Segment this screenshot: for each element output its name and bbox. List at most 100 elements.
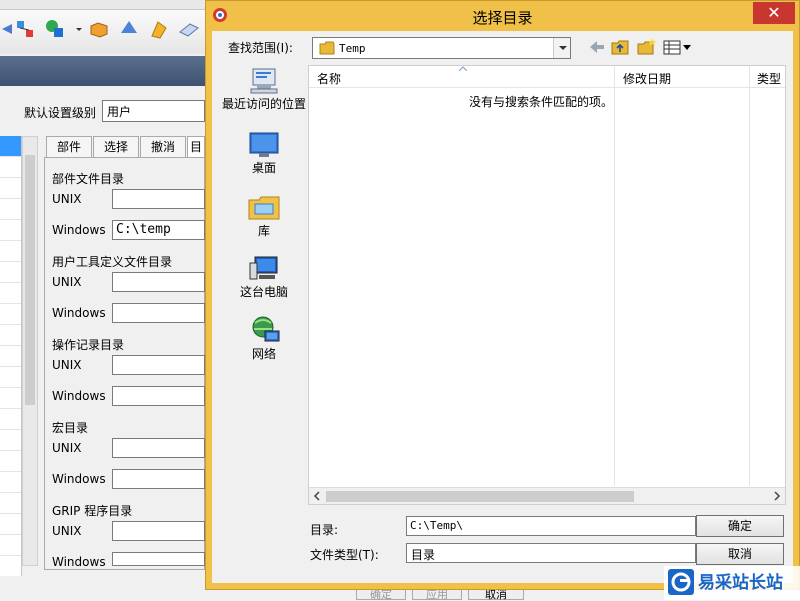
list-item[interactable] (0, 136, 21, 157)
grip-dir-windows-input[interactable] (112, 552, 205, 566)
list-item[interactable] (0, 325, 21, 346)
column-header-type[interactable]: 类型 (757, 70, 781, 87)
place-desktop[interactable]: 桌面 (222, 131, 306, 175)
user-tool-dir-windows-input[interactable] (112, 303, 205, 323)
tab-selection[interactable]: 选择 (93, 136, 139, 158)
ok-button[interactable]: 确定 (696, 515, 784, 537)
part-dir-windows-label: Windows (52, 223, 106, 237)
place-recent[interactable]: 最近访问的位置 (222, 65, 306, 111)
look-in-combo[interactable]: Temp (312, 37, 571, 59)
up-folder-icon[interactable] (610, 37, 632, 57)
chevron-down-icon (559, 46, 567, 50)
macro-dir-windows-input[interactable] (112, 469, 205, 489)
sheet-tool-icon[interactable] (178, 18, 200, 40)
surface-tool-icon[interactable] (118, 18, 140, 40)
macro-dir-windows-label: Windows (52, 472, 106, 486)
list-item[interactable] (0, 304, 21, 325)
user-tool-dir-group-title: 用户工具定义文件目录 (52, 255, 173, 269)
view-menu-icon[interactable] (662, 37, 692, 57)
macro-dir-unix-input[interactable] (112, 438, 205, 458)
place-label: 桌面 (251, 161, 276, 175)
close-button[interactable]: ✕ (753, 2, 795, 24)
tab-part[interactable]: 部件 (46, 136, 92, 158)
close-icon: ✕ (767, 3, 781, 22)
snap-tool-icon[interactable] (14, 18, 36, 40)
list-item[interactable] (0, 514, 21, 535)
journal-dir-unix-label: UNIX (52, 358, 82, 372)
menu-strip (0, 0, 205, 10)
tab-undo[interactable]: 撤消 (140, 136, 186, 158)
extrude-tool-icon[interactable] (148, 18, 170, 40)
scrollbar-thumb[interactable] (25, 155, 35, 405)
dialog-title: 选择目录 (472, 9, 533, 27)
list-item[interactable] (0, 409, 21, 430)
part-dir-unix-label: UNIX (52, 192, 82, 206)
journal-dir-unix-input[interactable] (112, 355, 205, 375)
feature-tool-icon[interactable] (44, 18, 66, 40)
place-label: 最近访问的位置 (222, 97, 307, 111)
grip-dir-unix-input[interactable] (112, 521, 205, 541)
grip-dir-group-title: GRIP 程序目录 (52, 504, 133, 518)
scrollbar-thumb[interactable] (326, 491, 634, 502)
directory-label: 目录: (310, 523, 339, 537)
list-item[interactable] (0, 220, 21, 241)
select-directory-dialog: 选择目录 ✕ 查找范围(I): Temp 最近访问的位置 桌面 库 这台电脑 网… (205, 0, 800, 590)
category-list[interactable] (0, 136, 22, 576)
place-label: 网络 (251, 347, 276, 361)
cancel-button[interactable]: 取消 (696, 543, 784, 565)
journal-dir-group-title: 操作记录目录 (52, 338, 125, 352)
list-item[interactable] (0, 388, 21, 409)
list-item[interactable] (0, 493, 21, 514)
list-item[interactable] (0, 367, 21, 388)
list-item[interactable] (0, 346, 21, 367)
list-item[interactable] (0, 199, 21, 220)
default-level-label: 默认设置级别 (24, 106, 97, 120)
category-scrollbar[interactable] (22, 136, 38, 566)
title-bar[interactable]: 选择目录 ✕ (206, 1, 799, 31)
list-item[interactable] (0, 451, 21, 472)
list-item[interactable] (0, 157, 21, 178)
new-folder-icon[interactable] (636, 37, 658, 57)
watermark-logo-icon (668, 569, 694, 595)
tab-directories[interactable]: 目 (187, 136, 205, 158)
look-in-value: Temp (339, 42, 366, 55)
column-divider[interactable] (749, 66, 750, 486)
list-item[interactable] (0, 283, 21, 304)
horizontal-scrollbar[interactable] (309, 487, 785, 504)
file-type-combo[interactable]: 目录 (406, 543, 696, 563)
list-item[interactable] (0, 430, 21, 451)
dialog-body: 查找范围(I): Temp 最近访问的位置 桌面 库 这台电脑 网络 名称 修改… (212, 31, 793, 583)
part-dir-unix-input[interactable] (112, 189, 205, 209)
file-list[interactable]: 名称 修改日期 类型 没有与搜索条件匹配的项。 (308, 65, 786, 505)
list-item[interactable] (0, 262, 21, 283)
list-item[interactable] (0, 472, 21, 493)
place-libraries[interactable]: 库 (222, 192, 306, 238)
block-tool-icon[interactable] (88, 18, 110, 40)
journal-dir-windows-label: Windows (52, 389, 106, 403)
sort-arrow-icon (459, 66, 467, 71)
place-label: 库 (257, 224, 270, 238)
list-item[interactable] (0, 178, 21, 199)
scroll-left-icon[interactable] (313, 490, 321, 502)
folder-icon (319, 41, 335, 55)
back-arrow-icon[interactable] (586, 37, 608, 57)
resource-bar (0, 56, 205, 86)
column-header-name[interactable]: 名称 (317, 70, 341, 87)
grip-dir-unix-label: UNIX (52, 524, 82, 538)
chevron-down-icon[interactable] (74, 18, 84, 40)
look-in-dropdown-button[interactable] (553, 38, 570, 58)
directory-input[interactable]: C:\Temp\ (406, 516, 696, 536)
column-divider[interactable] (614, 66, 615, 486)
place-this-pc[interactable]: 这台电脑 (222, 255, 306, 299)
network-icon (252, 316, 280, 342)
list-item[interactable] (0, 241, 21, 262)
part-dir-windows-input[interactable]: C:\temp (112, 220, 205, 240)
place-network[interactable]: 网络 (222, 315, 306, 361)
macro-dir-unix-label: UNIX (52, 441, 82, 455)
journal-dir-windows-input[interactable] (112, 386, 205, 406)
default-level-select[interactable]: 用户 (102, 100, 205, 122)
user-tool-dir-unix-input[interactable] (112, 272, 205, 292)
column-header-modified[interactable]: 修改日期 (623, 70, 671, 87)
scroll-right-icon[interactable] (773, 490, 781, 502)
list-item[interactable] (0, 535, 21, 556)
